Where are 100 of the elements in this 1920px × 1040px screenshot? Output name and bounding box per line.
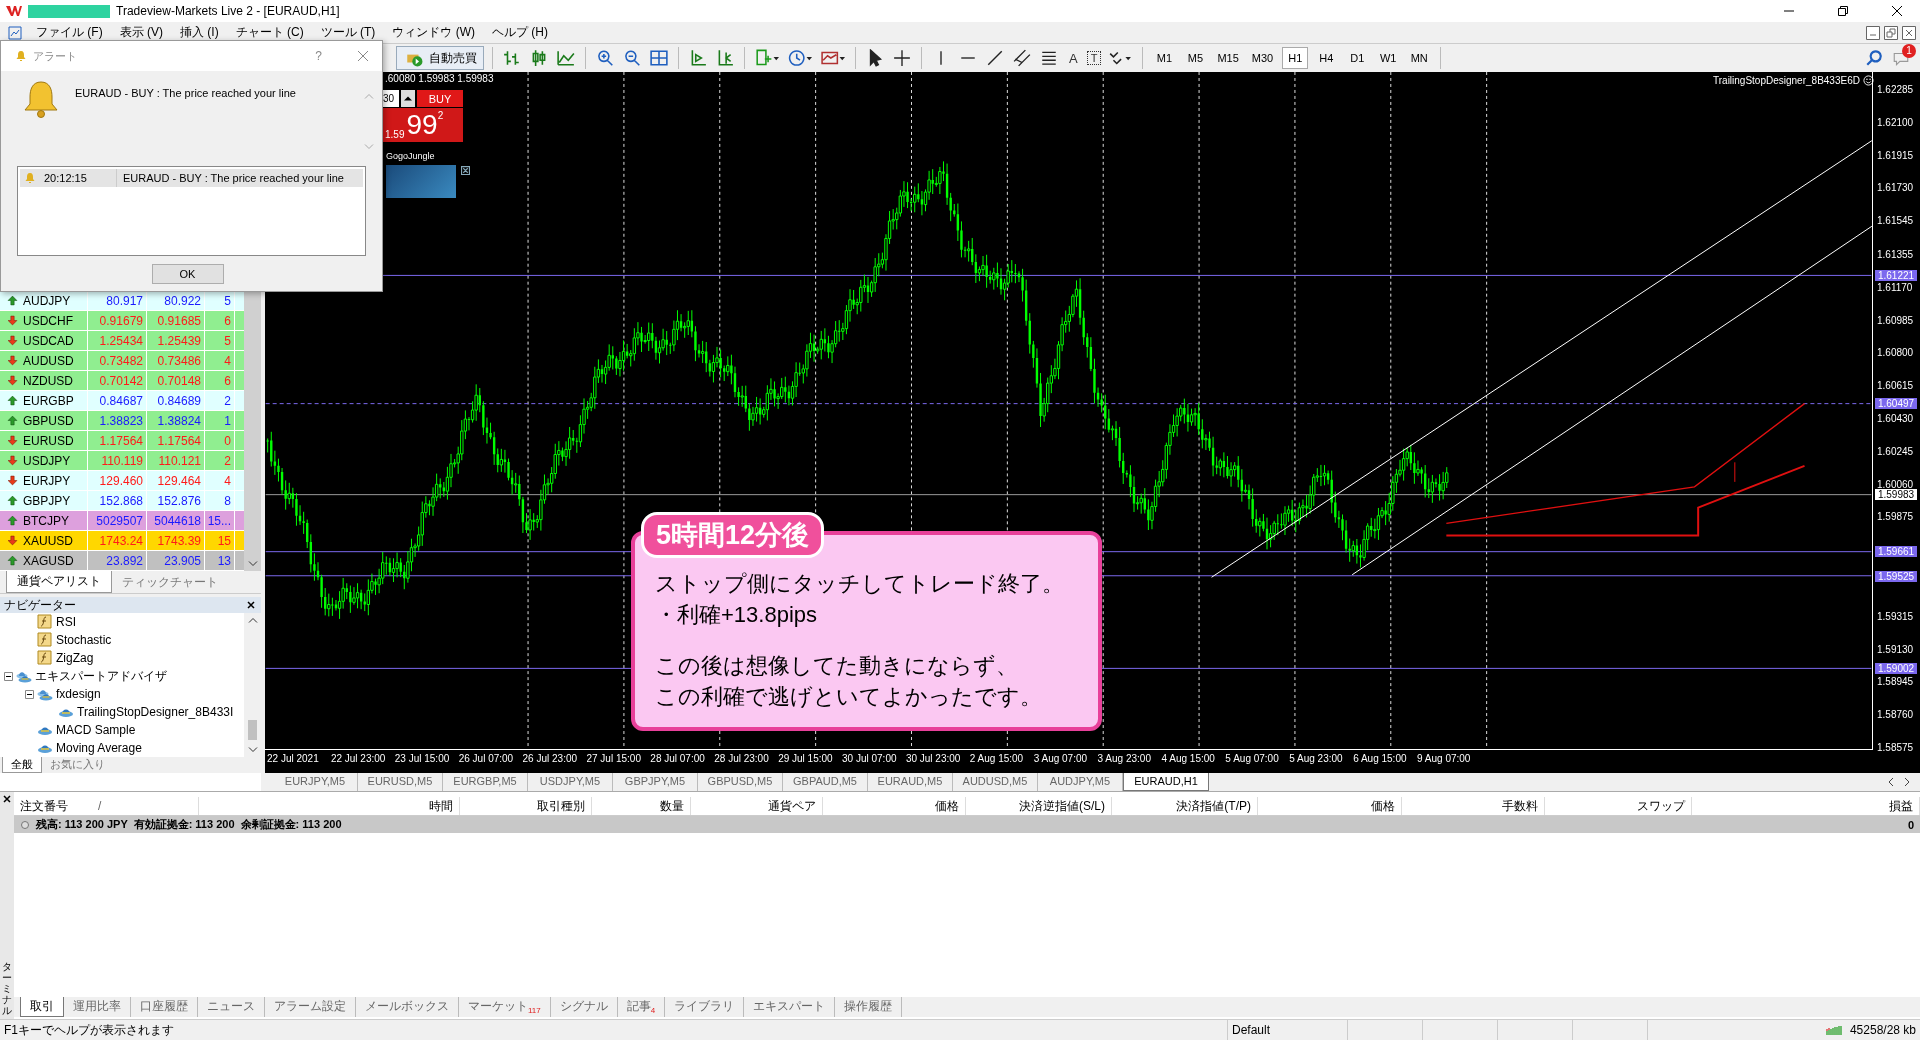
chart-tab[interactable]: USDJPY,M5: [528, 773, 613, 791]
terminal-tab[interactable]: マーケット$_{117}$: [459, 997, 551, 1017]
column-header[interactable]: 価格: [935, 797, 959, 815]
scroll-down-icon[interactable]: [247, 560, 258, 567]
symbol-row[interactable]: AUDJPY 80.917 80.922 5: [0, 291, 244, 311]
trailing-stop-line[interactable]: [1445, 464, 1806, 537]
symbol-row[interactable]: XAGUSD 23.892 23.905 13: [0, 551, 244, 571]
ok-button[interactable]: OK: [151, 263, 224, 284]
column-header[interactable]: 価格: [1371, 797, 1395, 815]
terminal-tab[interactable]: 記事$_{4}$: [617, 997, 666, 1017]
chart-tab[interactable]: AUDUSD,M5: [953, 773, 1038, 791]
timeframe-button[interactable]: M15: [1213, 47, 1243, 69]
symbol-row[interactable]: EURJPY 129.460 129.464 4: [0, 471, 244, 491]
timeframe-button[interactable]: MN: [1406, 47, 1433, 69]
terminal-tab[interactable]: アラーム設定: [265, 997, 356, 1017]
column-header[interactable]: スワップ: [1637, 797, 1685, 815]
navigator-item[interactable]: Moving Average: [56, 741, 142, 755]
navigator-item[interactable]: ZigZag: [56, 651, 94, 665]
smiley-icon[interactable]: [1862, 75, 1874, 86]
scroll-right-icon[interactable]: [1904, 777, 1910, 787]
panel-tab[interactable]: 全般: [2, 757, 42, 773]
symbol-row[interactable]: AUDUSD 0.73482 0.73486 4: [0, 351, 244, 371]
chart-window-icon[interactable]: [8, 25, 22, 40]
terminal-tab[interactable]: 取引: [20, 997, 64, 1017]
symbol-row[interactable]: EURGBP 0.84687 0.84689 2: [0, 391, 244, 411]
chart-tab[interactable]: EURAUD,H1: [1123, 773, 1209, 791]
close-icon[interactable]: [3, 795, 11, 803]
trailing-stop-line[interactable]: [1445, 402, 1806, 525]
menu-item[interactable]: ツール (T): [316, 24, 387, 41]
menu-item[interactable]: チャート (C): [231, 24, 315, 41]
terminal-tab[interactable]: メールボックス: [356, 997, 459, 1017]
symbol-row[interactable]: XAUUSD 1743.24 1743.39 15: [0, 531, 244, 551]
menu-item[interactable]: ウィンドウ (W): [388, 24, 486, 41]
navigator-item[interactable]: RSI: [56, 615, 76, 629]
column-header[interactable]: 時間: [429, 797, 453, 815]
column-header[interactable]: 決済逆指値(S/L): [1019, 797, 1105, 815]
chart-tab[interactable]: EURGBP,M5: [443, 773, 528, 791]
timeframe-button[interactable]: M30: [1247, 47, 1278, 69]
symbol-row[interactable]: USDCAD 1.25434 1.25439 5: [0, 331, 244, 351]
chart-tab[interactable]: EURUSD,M5: [358, 773, 443, 791]
navigator-item[interactable]: エキスパートアドバイザ: [35, 667, 167, 685]
terminal-tab[interactable]: ライブラリ: [665, 997, 745, 1017]
column-header[interactable]: 決済指値(T/P): [1176, 797, 1251, 815]
navigator-item[interactable]: Stochastic: [56, 633, 112, 647]
trend-line[interactable]: [1211, 140, 1873, 578]
close-icon[interactable]: [1892, 6, 1902, 16]
symbol-row[interactable]: BTCJPY 5029507 5044618 15...: [0, 511, 244, 531]
terminal-tab[interactable]: 操作履歴: [835, 997, 903, 1017]
terminal-tab[interactable]: ニュース: [198, 997, 265, 1017]
symbol-row[interactable]: GBPUSD 1.38823 1.38824 1: [0, 411, 244, 431]
chart-tab[interactable]: GBPUSD,M5: [698, 773, 783, 791]
scroll-thumb[interactable]: [248, 720, 257, 740]
column-header[interactable]: 注文番号: [20, 797, 68, 815]
timeframe-button[interactable]: H1: [1282, 47, 1309, 69]
minimize-icon[interactable]: [1866, 25, 1880, 40]
terminal-tab[interactable]: 口座履歴: [131, 997, 198, 1017]
menu-item[interactable]: 挿入 (I): [176, 24, 230, 41]
panel-tab[interactable]: 通貨ペアリスト: [6, 571, 112, 593]
line-chart-icon[interactable]: [555, 49, 577, 67]
column-header[interactable]: 数量: [660, 797, 684, 815]
column-header[interactable]: 損益: [1889, 797, 1913, 815]
column-header[interactable]: 通貨ペア: [768, 797, 816, 815]
collapse-icon[interactable]: [25, 689, 34, 699]
scroll-up-icon[interactable]: [247, 617, 258, 624]
chart-tab[interactable]: EURJPY,M5: [273, 773, 358, 791]
text-label-tool[interactable]: T: [1086, 51, 1102, 65]
timeframe-button[interactable]: M1: [1151, 47, 1178, 69]
symbol-row[interactable]: EURUSD 1.17564 1.17564 0: [0, 431, 244, 451]
new-order-icon[interactable]: [753, 49, 781, 67]
help-button[interactable]: ?: [315, 49, 322, 63]
chart-tab[interactable]: GBPAUD,M5: [783, 773, 868, 791]
chart-tab[interactable]: EURAUD,M5: [868, 773, 953, 791]
caret-up-icon[interactable]: [401, 90, 415, 107]
timeframe-button[interactable]: W1: [1375, 47, 1402, 69]
close-icon[interactable]: [247, 601, 255, 609]
symbol-row[interactable]: USDJPY 110.119 110.121 2: [0, 451, 244, 471]
timeframe-button[interactable]: H4: [1313, 47, 1340, 69]
scrollbar[interactable]: [244, 291, 261, 571]
menu-item[interactable]: ファイル (F): [32, 24, 114, 41]
navigator-item[interactable]: fxdesign: [56, 687, 101, 701]
menu-item[interactable]: 表示 (V): [115, 24, 174, 41]
tile-windows-icon[interactable]: [648, 49, 670, 67]
navigator-item[interactable]: TrailingStopDesigner_8B433I: [77, 705, 234, 719]
symbol-row[interactable]: GBPJPY 152.868 152.876 8: [0, 491, 244, 511]
chart-tab[interactable]: GBPJPY,M5: [613, 773, 698, 791]
terminal-tab[interactable]: 運用比率: [64, 997, 131, 1017]
clock-icon[interactable]: [786, 49, 814, 67]
scroll-down-icon[interactable]: [247, 746, 258, 753]
column-header[interactable]: 手数料: [1502, 797, 1538, 815]
menu-item[interactable]: ヘルプ (H): [488, 24, 559, 41]
terminal-tab[interactable]: エキスパート: [744, 997, 836, 1017]
lot-field[interactable]: 30: [383, 90, 399, 107]
panel-tab[interactable]: お気に入り: [42, 757, 113, 773]
trend-line[interactable]: [1351, 225, 1873, 576]
close-icon[interactable]: [461, 166, 470, 175]
auto-trading-button[interactable]: 自動売買: [396, 46, 484, 70]
collapse-icon[interactable]: [4, 671, 13, 681]
buy-button[interactable]: BUY: [417, 90, 463, 107]
channel-icon[interactable]: [1011, 49, 1033, 67]
symbol-row[interactable]: NZDUSD 0.70142 0.70148 6: [0, 371, 244, 391]
